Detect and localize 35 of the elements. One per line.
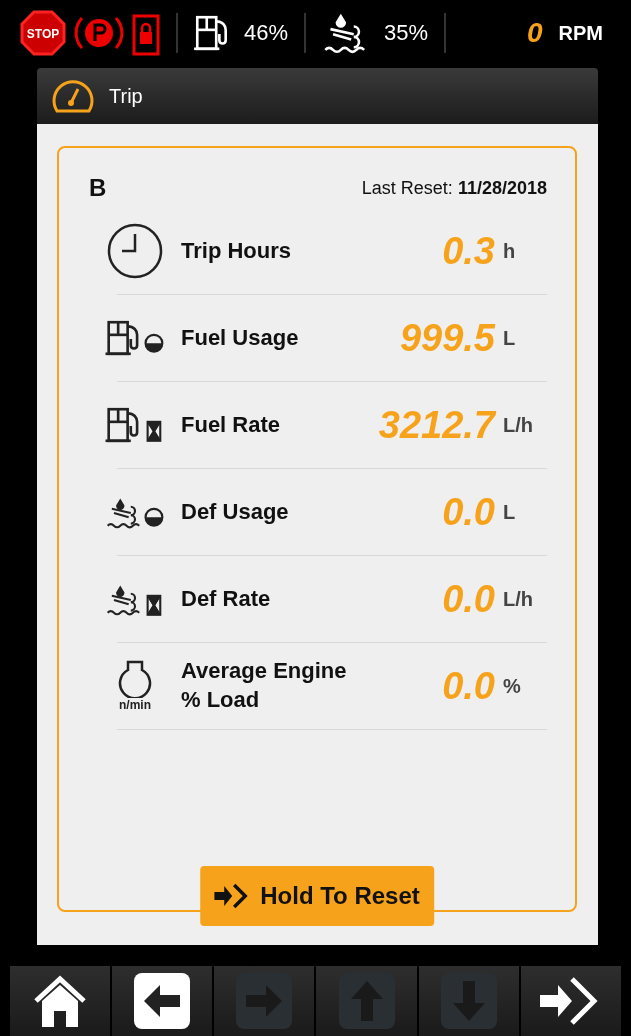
rpm-unit: RPM [558, 21, 603, 45]
metric-label: Fuel Rate [181, 410, 282, 439]
metric-value: 0.0 [442, 577, 495, 621]
metric-value: 999.5 [399, 316, 495, 360]
fuel-pump-icon [194, 13, 230, 53]
panel-title: Trip [109, 84, 143, 108]
engine-icon [117, 660, 153, 698]
rpm-value: 0 [526, 17, 543, 49]
metric-unit: L [502, 500, 517, 524]
hold-to-reset-button[interactable]: Hold To Reset [200, 866, 434, 926]
back-button[interactable] [112, 966, 213, 1036]
metric-value: 0.3 [442, 229, 495, 273]
clock-icon [106, 222, 164, 280]
speedometer-icon [51, 79, 95, 113]
metric-unit: L/h [502, 587, 534, 611]
def-level-text: 35% [384, 20, 429, 46]
fuel-level-text: 46% [244, 20, 289, 46]
trip-name: B [89, 174, 107, 202]
metric-label: Trip Hours [181, 236, 292, 265]
last-reset-text: Last Reset: 11/28/2018 [361, 177, 547, 199]
metric-value: 3212.7 [378, 403, 495, 447]
metric-label: Def Rate [181, 584, 272, 613]
metric-value: 0.0 [442, 664, 495, 708]
metric-label: Fuel Usage [181, 323, 300, 352]
icon-caption: n/min [119, 698, 151, 712]
metric-unit: L [502, 326, 517, 350]
metric-unit: % [502, 674, 522, 698]
metric-unit: L/h [502, 413, 534, 437]
home-button[interactable] [10, 966, 111, 1036]
stop-text: STOP [26, 27, 60, 41]
metric-value: 0.0 [442, 490, 495, 534]
metric-label: Def Usage [181, 497, 290, 526]
metric-label: Average Engine % Load [181, 657, 348, 714]
metric-unit: h [502, 239, 517, 263]
enter-button[interactable] [520, 966, 621, 1036]
